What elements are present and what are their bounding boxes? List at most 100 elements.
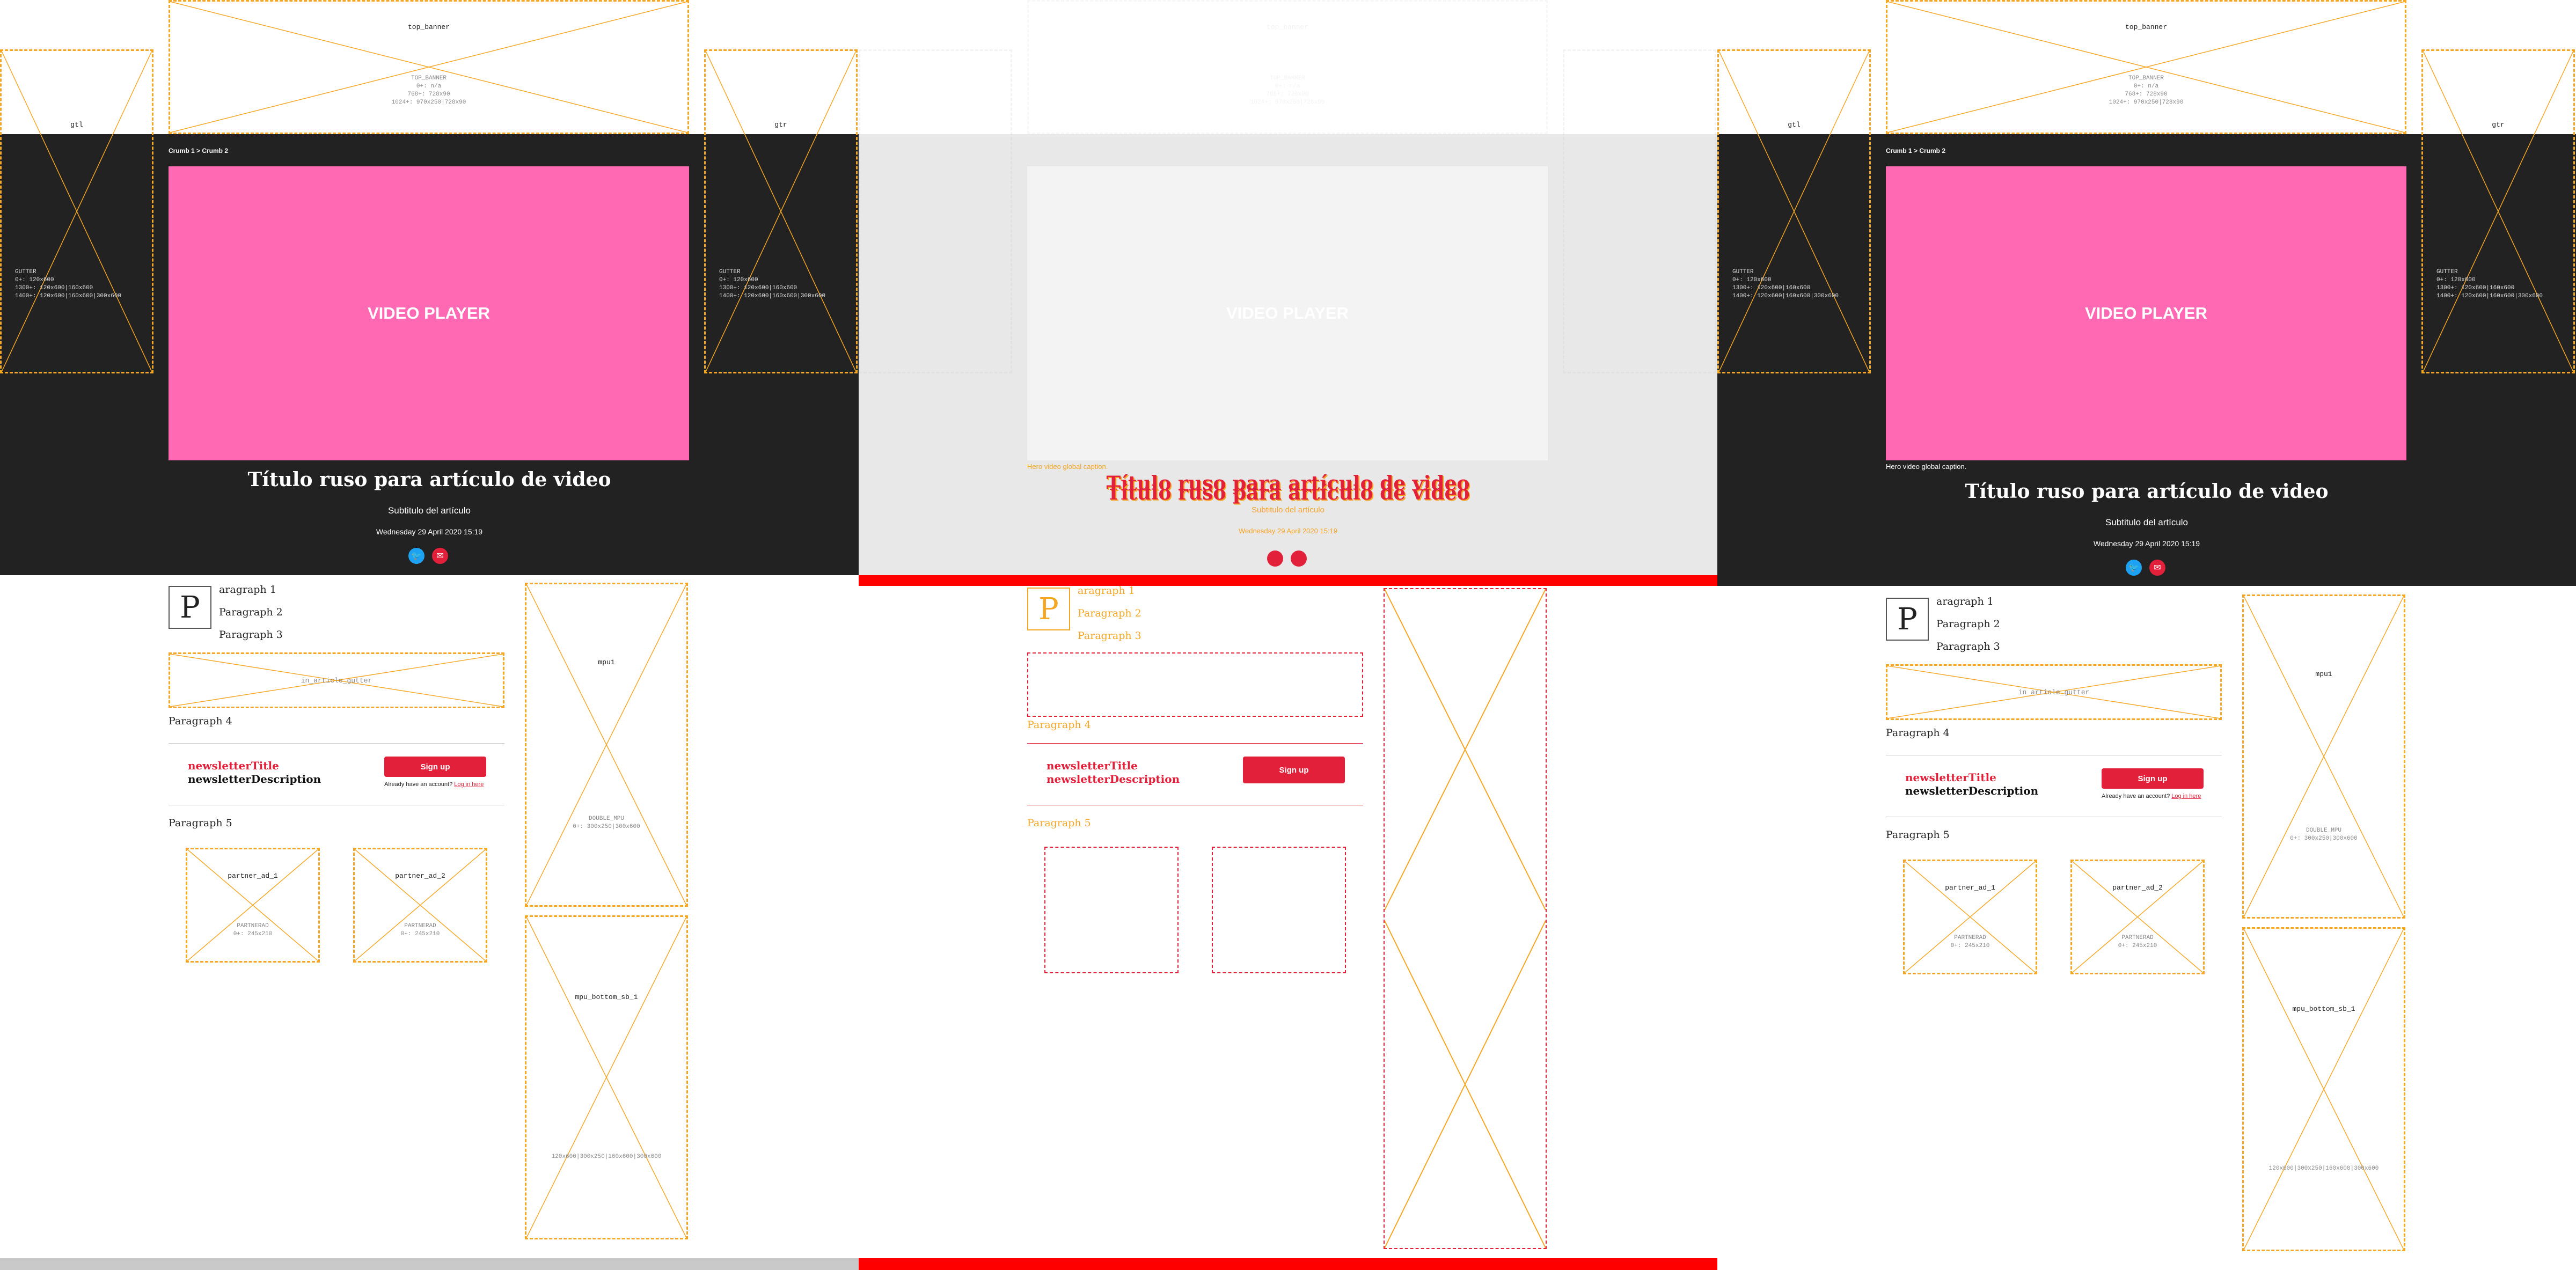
diff-paragraph-5: Paragraph 5 [1027,817,1091,829]
article-title: Título ruso para artículo de video [247,468,611,491]
breadcrumb[interactable]: Crumb 1 > Crumb 2 [169,147,228,155]
diff-video-player: VIDEO PLAYER [1027,166,1548,460]
gutter-right-meta: GUTTER 0+: 120x600 1300+: 120x600|160x60… [719,269,826,299]
diff-gutter-right-ad [1563,49,1716,373]
viewport-variant-1: top_banner TOP_BANNER 0+: n/a 768+: 728x… [0,0,859,1270]
article-subtitle: Subtitulo del artículo [387,505,471,516]
gutter-right-meta-2: GUTTER 0+: 120x600 1300+: 120x600|160x60… [2436,269,2543,299]
top-banner-ad: top_banner TOP_BANNER 0+: n/a 768+: 728x… [169,0,689,134]
top-banner-label-2: top_banner [2125,23,2167,31]
gutter-left-ad-2: gtl GUTTER 0+: 120x600 1300+: 120x600|16… [1717,49,1871,373]
article-date: Wednesday 29 April 2020 15:19 [376,527,483,536]
mpu-label: mpu1 [598,658,615,666]
newsletter-description: newsletterDescription [188,773,321,786]
breadcrumb-2[interactable]: Crumb 1 > Crumb 2 [1886,147,1945,155]
article-date-2: Wednesday 29 April 2020 15:19 [2093,539,2200,548]
paragraph-3: Paragraph 3 [219,629,283,641]
login-prompt-text-2: Already have an account? [2102,793,2170,799]
twitter-share-button[interactable]: 🐦 [408,548,425,564]
diff-share-2 [1291,550,1307,567]
diff-paragraph-2: Paragraph 2 [1078,607,1141,619]
viewport-variant-2: top_banner TOP_BANNER 0+: n/a 768+: 728x… [1717,0,2576,1270]
diff-top-banner-meta: TOP_BANNER 0+: n/a 768+: 728x90 1024+: 9… [1250,75,1325,106]
newsletter-description-2: newsletterDescription [1905,784,2039,797]
mpu-label-2: mpu1 [2315,670,2332,678]
paragraph-5-v2: Paragraph 5 [1886,829,1950,841]
gutter-right-label: gtr [774,121,787,129]
diff-paragraph-1: aragraph 1 [1078,585,1135,597]
diff-top-banner-ad: top_banner TOP_BANNER 0+: n/a 768+: 728x… [1027,0,1548,134]
video-player[interactable]: VIDEO PLAYER [169,166,689,460]
twitter-icon: 🐦 [411,552,422,561]
diff-partner-ad-2 [1212,847,1346,973]
diff-newsletter-description: newsletterDescription [1046,773,1180,786]
gutter-left-label-2: gtl [1788,121,1801,129]
diff-date: Wednesday 29 April 2020 15:19 [1238,527,1338,535]
twitter-share-button-2[interactable]: 🐦 [2126,560,2142,576]
newsletter-title: newsletterTitle [188,759,279,772]
in-article-ad: in_article_gutter [169,652,504,708]
partner-ad-1: partner_ad_1 PARTNERAD 0+: 245x210 [186,848,320,963]
gutter-right-label-2: gtr [2492,121,2505,129]
article-title-2: Título ruso para artículo de video [1965,480,2329,503]
diff-paragraph-4: Paragraph 4 [1027,719,1091,731]
video-player-label-2: VIDEO PLAYER [2085,304,2207,322]
gutter-right-ad: gtr GUTTER 0+: 120x600 1300+: 120x600|16… [704,49,858,373]
diff-dropcap: P [1027,588,1070,630]
mpu-meta: DOUBLE_MPU 0+: 300x250|300x600 [573,816,640,830]
dropcap-2: P [1886,598,1929,641]
email-icon: ✉ [2154,563,2161,572]
login-link[interactable]: Log in here [454,781,484,788]
paragraph-2: Paragraph 2 [219,606,283,618]
diff-gutter-left-ad [859,49,1012,373]
top-banner-ad-2: top_banner TOP_BANNER 0+: n/a 768+: 728x… [1886,0,2406,134]
newsletter-divider-top [169,743,504,744]
diff-mpu-column [1384,588,1547,1249]
partner-ad-2-label-v2: partner_ad_2 [2112,884,2163,892]
paragraph-3-v2: Paragraph 3 [1936,641,2000,652]
diff-video-label: VIDEO PLAYER [1226,304,1349,322]
partner-ad-2: partner_ad_2 PARTNERAD 0+: 245x210 [353,848,487,963]
in-article-label-2: in_article_gutter [2018,688,2090,696]
top-banner-label: top_banner [407,23,450,31]
email-share-button[interactable]: ✉ [432,548,448,564]
signup-button[interactable]: Sign up [384,757,486,777]
twitter-icon: 🐦 [2128,563,2139,572]
mpu-bottom-label: mpu_bottom_sb_1 [575,993,638,1001]
paragraph-4-v2: Paragraph 4 [1886,727,1950,739]
partner-ad-1-v2: partner_ad_1 PARTNERAD 0+: 245x210 [1903,860,2037,974]
gutter-left-meta-2: GUTTER 0+: 120x600 1300+: 120x600|160x60… [1732,269,1839,299]
paragraph-1: aragraph 1 [219,584,276,596]
video-player-label: VIDEO PLAYER [368,304,490,322]
mpu-bottom-ad-2: mpu_bottom_sb_1 120x600|300x250|160x600|… [2242,927,2405,1251]
in-article-label: in_article_gutter [301,677,372,685]
mpu-bottom-label-2: mpu_bottom_sb_1 [2292,1005,2355,1013]
email-share-button-2[interactable]: ✉ [2149,560,2165,576]
diff-paragraph-3: Paragraph 3 [1078,630,1141,642]
partner-ad-2-v2: partner_ad_2 PARTNERAD 0+: 245x210 [2070,860,2205,974]
diff-red-bar-bottom [859,1258,1717,1270]
article-subtitle-2: Subtitulo del artículo [2105,517,2189,527]
mpu-bottom-meta-2: 120x600|300x250|160x600|300x600 [2268,1165,2379,1172]
paragraph-5: Paragraph 5 [169,817,232,829]
login-link-2[interactable]: Log in here [2171,793,2201,799]
partner-ad-1-label-v2: partner_ad_1 [1945,884,1995,892]
diff-title-ghost: Título ruso para artículo de video [1106,482,1470,504]
video-player-2[interactable]: VIDEO PLAYER [1886,166,2406,460]
diff-caption: Hero video global caption. [1027,463,1108,471]
in-article-ad-2: in_article_gutter [1886,664,2222,720]
diff-top-banner-label: top_banner [1266,23,1308,31]
signup-button-2[interactable]: Sign up [2102,768,2204,789]
video-caption: Hero video global caption. [1886,463,1967,471]
diff-rule-1 [1027,743,1363,744]
mpu-ad: mpu1 DOUBLE_MPU 0+: 300x250|300x600 [525,583,688,907]
top-banner-meta-2: TOP_BANNER 0+: n/a 768+: 728x90 1024+: 9… [2109,75,2184,106]
diff-partner-ad-1 [1044,847,1179,973]
paragraph-1-v2: aragraph 1 [1936,596,1994,607]
diff-signup-button: Sign up [1243,757,1345,783]
diff-share-1 [1267,550,1283,567]
partner-ad-2-meta-v2: PARTNERAD 0+: 245x210 [2118,935,2157,949]
diff-in-article-ad [1027,652,1363,717]
login-prompt-2: Already have an account? Log in here [2102,793,2201,799]
dropcap: P [169,586,211,629]
